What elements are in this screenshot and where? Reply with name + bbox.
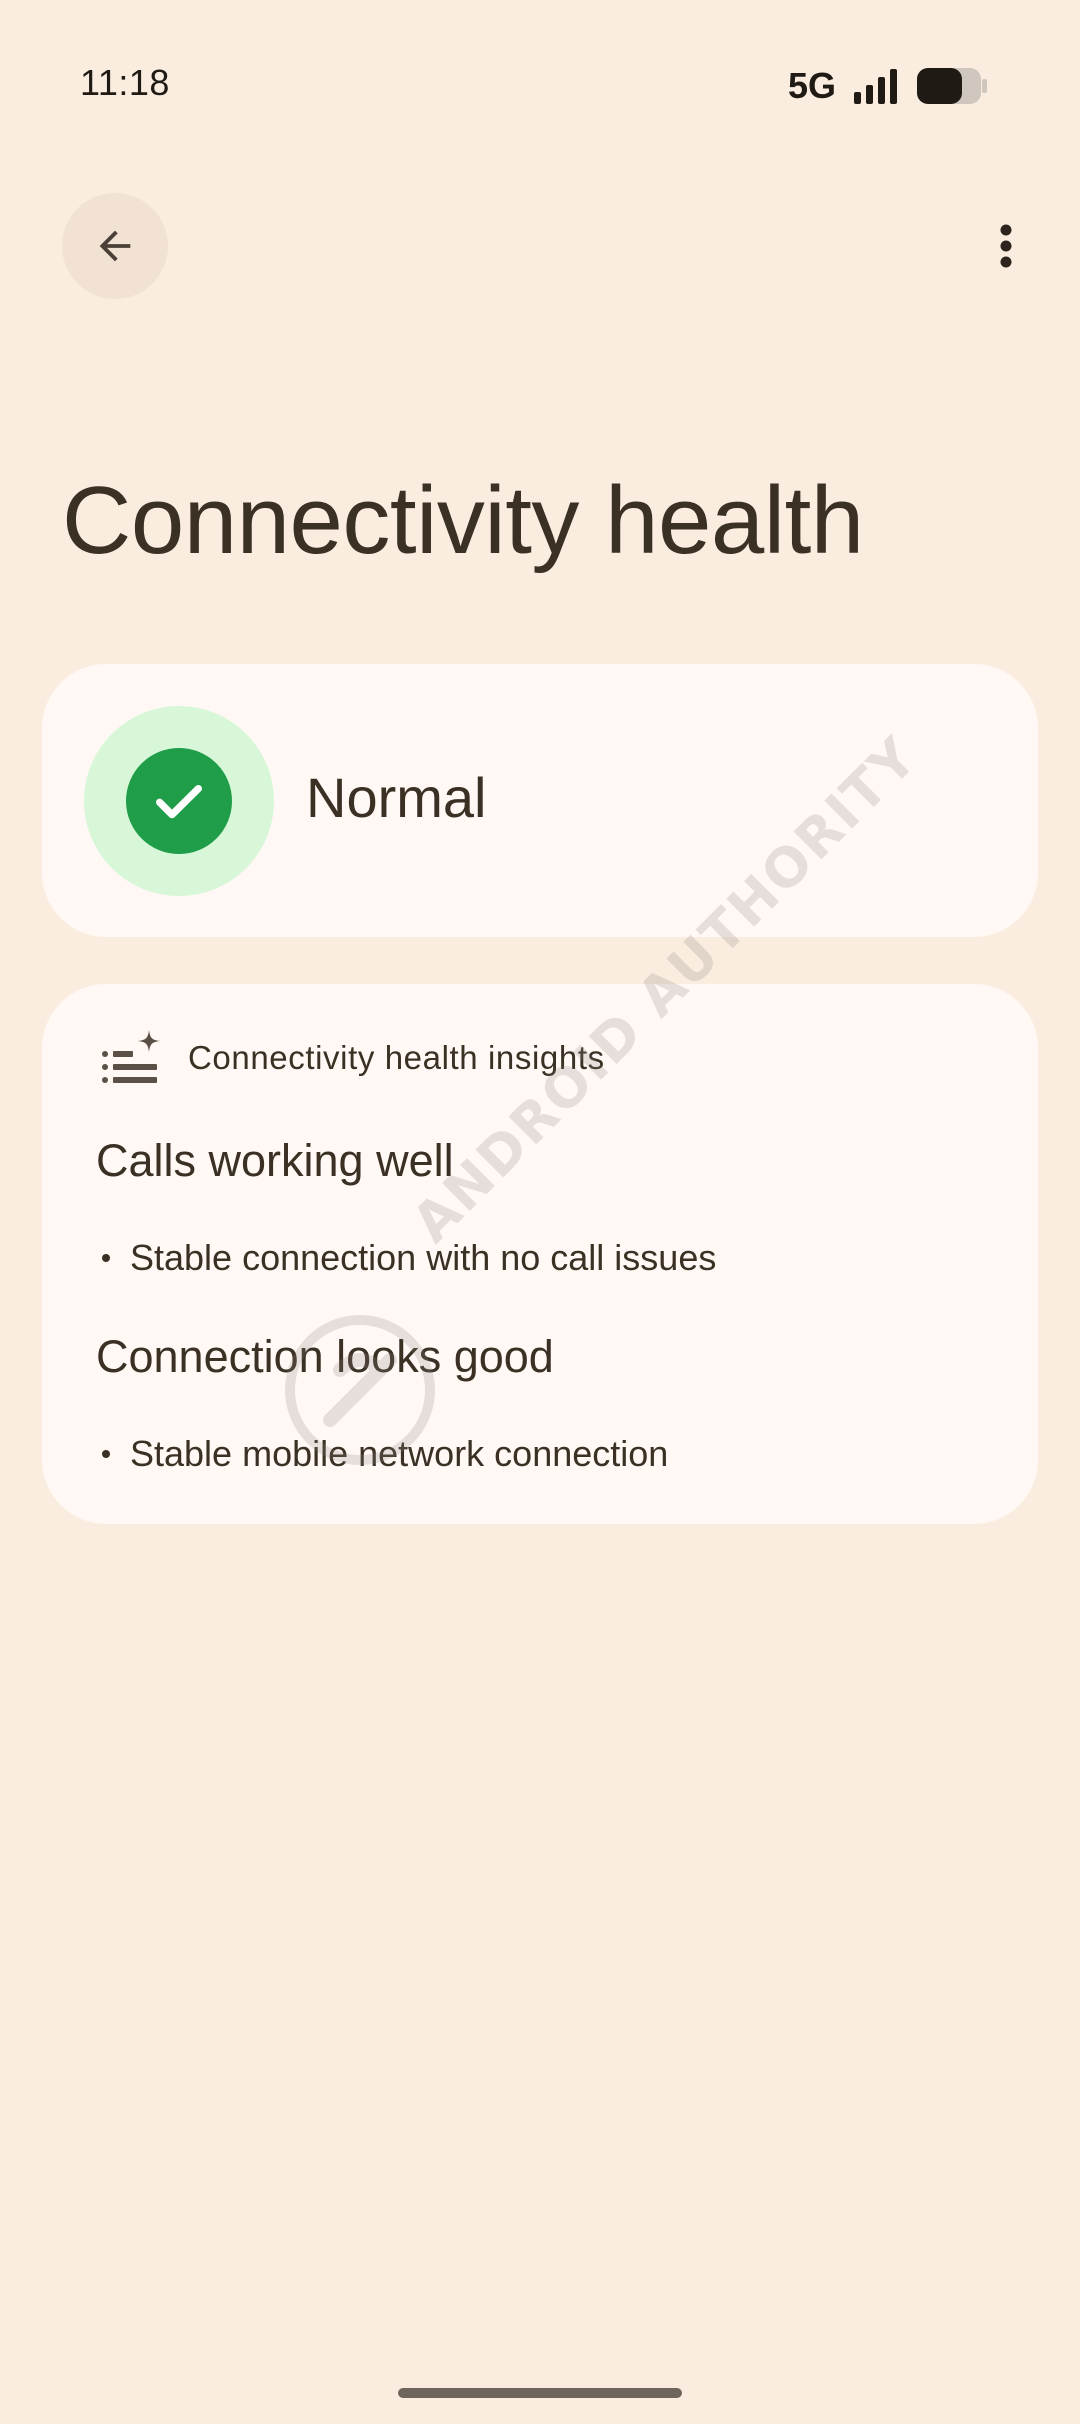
status-indicators: 5G	[788, 64, 988, 108]
arrow-back-icon	[99, 230, 131, 262]
insight-heading: Calls working well	[96, 1135, 454, 1186]
battery-icon	[917, 68, 987, 104]
insight-bullet-text: Stable connection with no call issues	[130, 1237, 717, 1278]
status-time: 11:18	[80, 62, 170, 103]
bullet-dot	[102, 1450, 110, 1458]
insight-bullet-item: Stable mobile network connection	[96, 1436, 668, 1472]
insights-header: Connectivity health insights	[100, 1028, 605, 1088]
check-circle	[126, 748, 232, 854]
insight-bullet-text: Stable mobile network connection	[130, 1433, 669, 1474]
bullet-dot	[102, 1254, 110, 1262]
status-bar: 11:18 5G	[0, 60, 1080, 116]
health-status-card: Normal	[42, 664, 1038, 937]
network-type: 5G	[787, 65, 836, 106]
check-circle-icon	[156, 784, 202, 819]
back-button[interactable]	[62, 193, 168, 299]
status-indicator	[84, 706, 274, 896]
more-vert-icon	[1000, 224, 1012, 268]
more-options-button[interactable]	[968, 208, 1044, 284]
page-title: Connectivity health	[62, 467, 864, 574]
insight-bullet-item: Stable connection with no call issues	[96, 1240, 716, 1276]
status-label: Normal	[306, 766, 487, 829]
signal-bars-icon	[854, 69, 897, 104]
insight-heading: Connection looks good	[96, 1331, 554, 1382]
insights-card: Connectivity health insights Calls worki…	[42, 984, 1038, 1524]
list-sparkle-icon	[102, 1030, 160, 1083]
insights-title: Connectivity health insights	[188, 1039, 605, 1076]
gesture-nav-handle[interactable]	[398, 2388, 682, 2398]
